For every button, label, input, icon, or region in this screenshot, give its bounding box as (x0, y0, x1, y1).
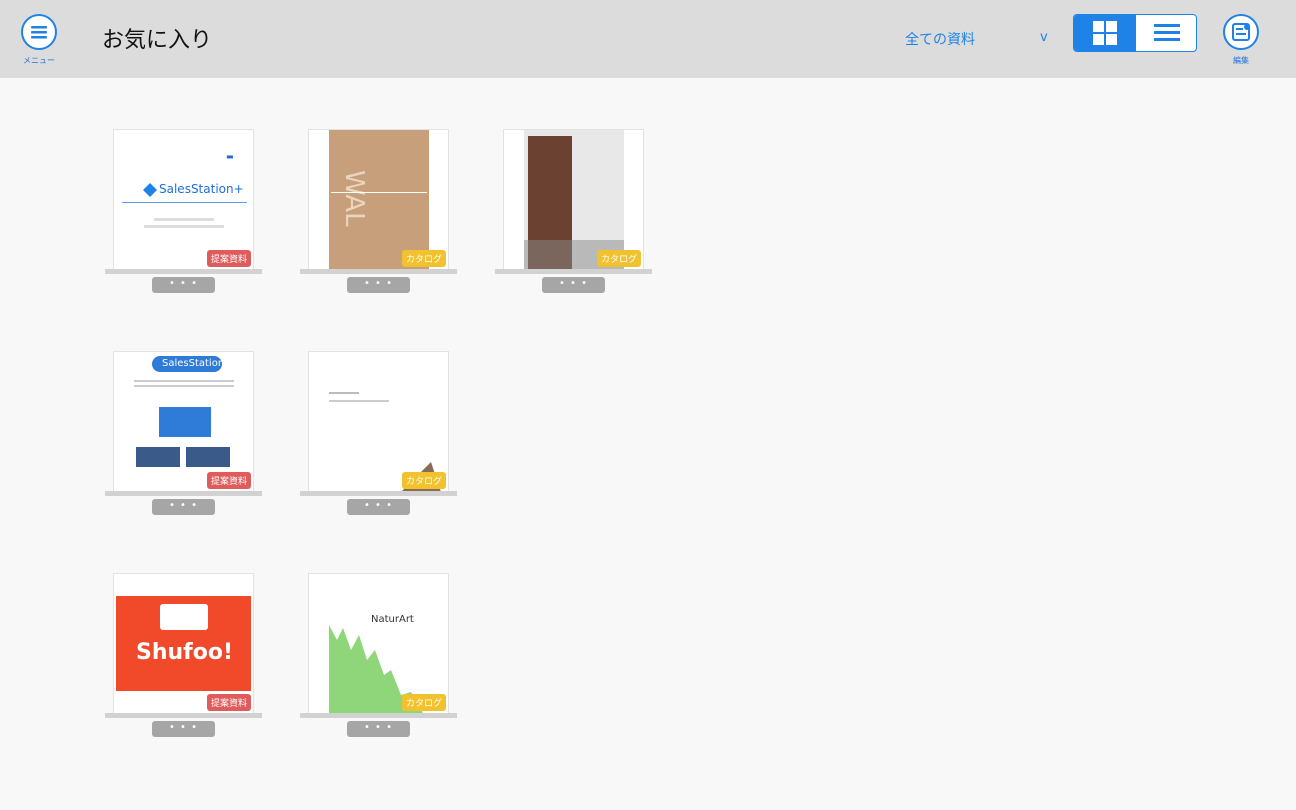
thumb-title: SalesStation+ (159, 182, 244, 196)
document-thumbnail[interactable]: Shufoo! 提案資料 (113, 573, 254, 714)
document-item[interactable]: Shufoo! 提案資料 • • • (105, 573, 262, 743)
photo-image (186, 447, 230, 467)
salesstation-logo-icon (143, 183, 157, 197)
list-icon (1154, 24, 1180, 41)
speech-bubble (160, 604, 208, 630)
view-toggle (1073, 14, 1197, 52)
more-button[interactable]: • • • (152, 499, 215, 515)
category-badge: カタログ (401, 250, 446, 267)
shelf (495, 269, 652, 274)
menu-label: メニュー (23, 56, 55, 65)
grid-icon (1093, 21, 1117, 45)
document-item[interactable]: SalesStation+ 提案資料 • • • (105, 351, 262, 521)
category-badge: 提案資料 (206, 472, 251, 489)
list-view-button[interactable] (1136, 15, 1196, 51)
text-line (144, 225, 224, 228)
category-badge: 提案資料 (206, 250, 251, 267)
edit-label: 編集 (1233, 56, 1249, 65)
document-item[interactable]: カタログ • • • (495, 129, 652, 299)
more-button[interactable]: • • • (347, 277, 410, 293)
more-button[interactable]: • • • (347, 721, 410, 737)
shelf (105, 269, 262, 274)
shelf (300, 713, 457, 718)
document-item[interactable]: NaturArt カタログ • • • (300, 573, 457, 743)
thumb-title: Shufoo! (136, 640, 234, 665)
screen-image (159, 407, 211, 437)
filter-dropdown[interactable]: 全ての資料 (905, 29, 975, 49)
shelf (105, 491, 262, 496)
thumb-title: SalesStation+ (162, 358, 233, 369)
shelf (300, 491, 457, 496)
text-line (134, 380, 234, 382)
more-button[interactable]: • • • (152, 277, 215, 293)
grid-view-button[interactable] (1074, 15, 1136, 51)
hamburger-icon (31, 26, 47, 39)
text-line (154, 218, 214, 221)
document-thumbnail[interactable]: カタログ (308, 351, 449, 492)
divider (122, 202, 247, 203)
photo-image (136, 447, 180, 467)
document-thumbnail[interactable]: SalesStation+ 提案資料 (113, 351, 254, 492)
category-badge: カタログ (401, 694, 446, 711)
cover-text: WAL (339, 170, 369, 227)
shelf (105, 713, 262, 718)
menu-button[interactable] (21, 14, 57, 50)
text-line (329, 400, 389, 402)
divider (331, 192, 427, 193)
page-title: お気に入り (102, 28, 213, 53)
document-thumbnail[interactable]: カタログ (503, 129, 644, 270)
text-line (134, 385, 234, 387)
shelf (300, 269, 457, 274)
top-bar: メニュー お気に入り 全ての資料 v 編集 (0, 0, 1296, 78)
document-thumbnail[interactable]: WAL カタログ (308, 129, 449, 270)
document-item[interactable]: ▬ SalesStation+ 提案資料 • • • (105, 129, 262, 299)
more-button[interactable]: • • • (152, 721, 215, 737)
document-item[interactable]: WAL カタログ • • • (300, 129, 457, 299)
category-badge: カタログ (401, 472, 446, 489)
more-button[interactable]: • • • (542, 277, 605, 293)
text-line (329, 392, 359, 394)
category-badge: カタログ (596, 250, 641, 267)
category-badge: 提案資料 (206, 694, 251, 711)
chevron-down-icon[interactable]: v (1040, 30, 1048, 45)
edit-button[interactable] (1223, 14, 1259, 50)
document-thumbnail[interactable]: ▬ SalesStation+ 提案資料 (113, 129, 254, 270)
edit-icon (1232, 23, 1250, 41)
document-thumbnail[interactable]: NaturArt カタログ (308, 573, 449, 714)
thumb-logo: ▬ (226, 152, 234, 161)
document-item[interactable]: カタログ • • • (300, 351, 457, 521)
more-button[interactable]: • • • (347, 499, 410, 515)
